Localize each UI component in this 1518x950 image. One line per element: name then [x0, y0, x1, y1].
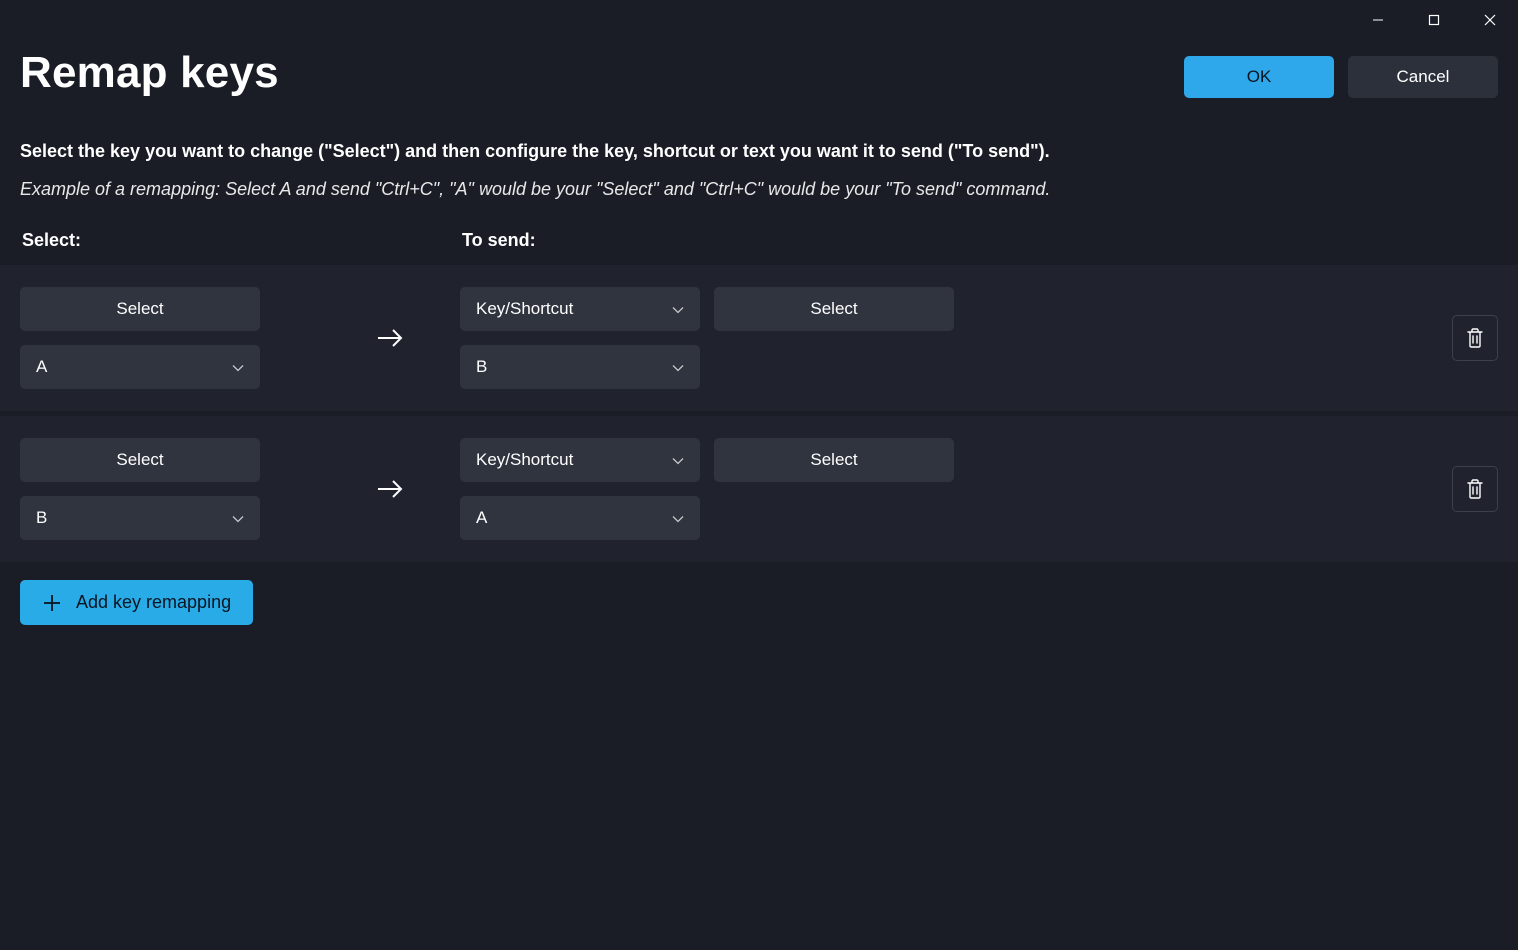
column-header-tosend: To send:: [462, 230, 536, 251]
plus-icon: [42, 593, 62, 613]
page-title: Remap keys: [20, 48, 279, 98]
select-key-button[interactable]: Select: [20, 438, 260, 482]
delete-row-button[interactable]: [1452, 466, 1498, 512]
close-icon: [1484, 14, 1496, 26]
select-key-button[interactable]: Select: [20, 287, 260, 331]
tosend-type-value: Key/Shortcut: [476, 299, 573, 319]
tosend-type-value: Key/Shortcut: [476, 450, 573, 470]
remap-row: Select A Key/Shortcut: [0, 265, 1518, 411]
trash-icon: [1465, 327, 1485, 349]
tosend-type-dropdown[interactable]: Key/Shortcut: [460, 438, 700, 482]
arrow-right-icon: [376, 478, 404, 500]
minimize-button[interactable]: [1350, 0, 1406, 40]
arrow-right-icon: [376, 327, 404, 349]
tosend-select-button[interactable]: Select: [714, 287, 954, 331]
minimize-icon: [1372, 14, 1384, 26]
chevron-down-icon: [672, 360, 684, 375]
column-headers: Select: To send:: [20, 230, 1498, 265]
select-section: Select A: [20, 287, 320, 389]
select-section: Select B: [20, 438, 320, 540]
tosend-type-dropdown[interactable]: Key/Shortcut: [460, 287, 700, 331]
instruction-text: Select the key you want to change ("Sele…: [20, 138, 1498, 165]
tosend-key-dropdown[interactable]: A: [460, 496, 700, 540]
add-button-label: Add key remapping: [76, 592, 231, 613]
action-buttons: OK Cancel: [1184, 56, 1498, 98]
chevron-down-icon: [232, 360, 244, 375]
delete-row-button[interactable]: [1452, 315, 1498, 361]
close-button[interactable]: [1462, 0, 1518, 40]
maximize-button[interactable]: [1406, 0, 1462, 40]
select-key-dropdown[interactable]: A: [20, 345, 260, 389]
remap-row: Select B Key/Shortcut: [0, 416, 1518, 562]
titlebar: [0, 0, 1518, 40]
select-key-value: B: [36, 508, 47, 528]
tosend-section: Key/Shortcut A Select: [460, 438, 1452, 540]
select-key-value: A: [36, 357, 47, 377]
tosend-section: Key/Shortcut B Select: [460, 287, 1452, 389]
trash-icon: [1465, 478, 1485, 500]
tosend-key-value: B: [476, 357, 487, 377]
chevron-down-icon: [672, 511, 684, 526]
cancel-button[interactable]: Cancel: [1348, 56, 1498, 98]
arrow-section: [320, 478, 460, 500]
example-text: Example of a remapping: Select A and sen…: [20, 179, 1498, 200]
arrow-section: [320, 327, 460, 349]
chevron-down-icon: [672, 453, 684, 468]
chevron-down-icon: [232, 511, 244, 526]
add-remapping-button[interactable]: Add key remapping: [20, 580, 253, 625]
tosend-key-value: A: [476, 508, 487, 528]
tosend-key-dropdown[interactable]: B: [460, 345, 700, 389]
select-key-dropdown[interactable]: B: [20, 496, 260, 540]
column-header-select: Select:: [22, 230, 462, 251]
ok-button[interactable]: OK: [1184, 56, 1334, 98]
maximize-icon: [1428, 14, 1440, 26]
chevron-down-icon: [672, 302, 684, 317]
tosend-select-button[interactable]: Select: [714, 438, 954, 482]
